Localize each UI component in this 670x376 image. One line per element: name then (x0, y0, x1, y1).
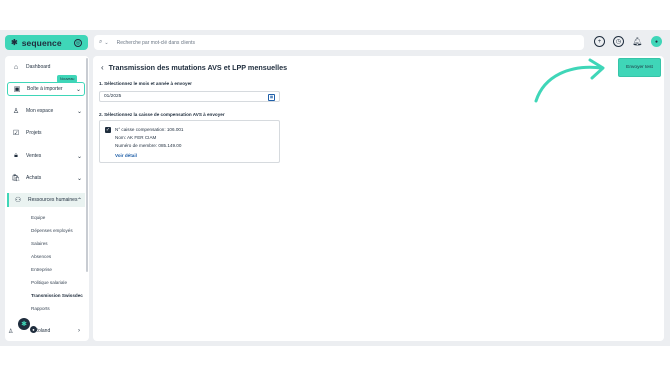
step-1-label: 1. Sélectionnez le mois et année à envoy… (99, 81, 192, 86)
sidebar-item-achats[interactable]: 🛍︎ Achats ⌄ (7, 171, 85, 185)
chevron-down-icon: ⌄ (76, 175, 82, 182)
home-icon: ⌂ (13, 63, 19, 71)
chevron-right-icon: › (78, 328, 80, 334)
sidebar-item-ressources-humaines[interactable]: ⚇ Ressources humaines ⌃ (7, 193, 85, 207)
logo-mark-icon: ✱ (11, 38, 18, 47)
sidebar: ⌂ Dashboard ▣ Boîte à importer ⌄ ♙ Mon e… (5, 56, 89, 341)
sidebar-subitem[interactable]: Salaires (31, 241, 48, 246)
cart-icon: 🛍︎ (11, 175, 21, 182)
app-logo[interactable]: ✱ sequence ◎ (5, 35, 88, 50)
check-square-icon: ☑ (12, 130, 20, 137)
clock-icon[interactable]: ◷ (613, 36, 624, 47)
sidebar-item-label: Boîte à importer (27, 86, 63, 92)
add-icon[interactable]: + (594, 36, 605, 47)
chevron-up-icon: ⌃ (76, 197, 82, 204)
user-icon: ♙ (12, 108, 20, 115)
org-switch-icon[interactable]: ◎ (74, 38, 82, 47)
search-bar[interactable]: ⌕ ⌄ Recherche par mot-clé dans clients (94, 35, 584, 50)
chevron-down-icon: ⌄ (76, 108, 82, 115)
bell-icon[interactable]: 🔔︎ (632, 36, 643, 47)
send-test-button[interactable]: Envoyer test (618, 58, 661, 77)
caisse-number: N° caisse compensation: 106.001 (115, 127, 184, 132)
search-icon: ⌕ (99, 39, 103, 45)
sidebar-item-label: Achats (26, 175, 42, 181)
sidebar-subitem[interactable]: Dépenses employés (31, 228, 73, 233)
user-name: Roland (34, 328, 51, 334)
sidebar-item-label: Dashboard (26, 64, 51, 70)
caisse-checkbox[interactable]: ✓ (105, 127, 111, 133)
sidebar-item-label: Ressources humaines (28, 197, 78, 203)
search-input[interactable]: Recherche par mot-clé dans clients (117, 40, 195, 46)
inbox-icon: ▣ (13, 86, 21, 93)
caisse-member-number: Numéro de membre: 085.149.00 (115, 143, 182, 148)
sidebar-scrollbar[interactable] (86, 58, 88, 272)
calendar-icon[interactable]: ▦ (268, 93, 275, 101)
sidebar-subitem[interactable]: Politique salariale (31, 280, 67, 285)
new-badge: Nouveau (57, 75, 78, 83)
sidebar-subitem[interactable]: Rapports (31, 306, 50, 311)
sidebar-subitem[interactable]: Absences (31, 254, 51, 259)
highlight-arrow-icon (534, 58, 605, 103)
sidebar-item-label: Projets (26, 130, 42, 136)
step-2-label: 2. Sélectionnez la caisse de compensatio… (99, 112, 225, 117)
page-title: Transmission des mutations AVS et LPP me… (108, 63, 288, 72)
chevron-down-icon: ⌄ (76, 153, 82, 160)
date-value: 01/2025 (104, 94, 122, 99)
sidebar-item-mon-espace[interactable]: ♙ Mon espace ⌄ (7, 104, 85, 118)
chevron-down-icon[interactable]: ⌄ (104, 40, 108, 46)
sidebar-item-ventes[interactable]: 🔒︎ Ventes ⌄ (7, 149, 85, 163)
back-arrow-icon[interactable]: ‹ (101, 63, 104, 72)
see-detail-link[interactable]: Voir détail (115, 153, 137, 158)
chevron-down-icon: ⌄ (75, 86, 81, 93)
sidebar-item-label: Mon espace (26, 108, 54, 114)
caisse-name: Nom: AK FER CIAM (115, 135, 157, 140)
sidebar-subitem[interactable]: Entreprise (31, 267, 52, 272)
user-menu[interactable]: ♙ Roland › (8, 325, 86, 337)
sidebar-item-dashboard[interactable]: ⌂ Dashboard (7, 60, 85, 74)
app-name: sequence (21, 37, 62, 48)
avatar[interactable]: ● (651, 36, 662, 47)
sidebar-item-projets[interactable]: ☑ Projets (7, 126, 85, 140)
lock-icon: 🔒︎ (14, 152, 18, 159)
page-header: ‹ Transmission des mutations AVS et LPP … (101, 63, 287, 72)
sidebar-item-label: Ventes (26, 153, 42, 159)
caisse-card[interactable]: ✓ N° caisse compensation: 106.001 Nom: A… (99, 120, 280, 163)
user-icon: ♙ (8, 328, 14, 335)
sidebar-item-inbox[interactable]: ▣ Boîte à importer ⌄ (7, 82, 85, 96)
people-icon: ⚇ (14, 197, 22, 204)
sidebar-subitem[interactable]: Equipe (31, 215, 45, 220)
top-actions: + ◷ 🔔︎ ● (594, 36, 662, 47)
month-year-input[interactable]: 01/2025 ▦ (99, 91, 280, 102)
sidebar-subitem-active[interactable]: Transmission Swissdec (31, 293, 83, 298)
